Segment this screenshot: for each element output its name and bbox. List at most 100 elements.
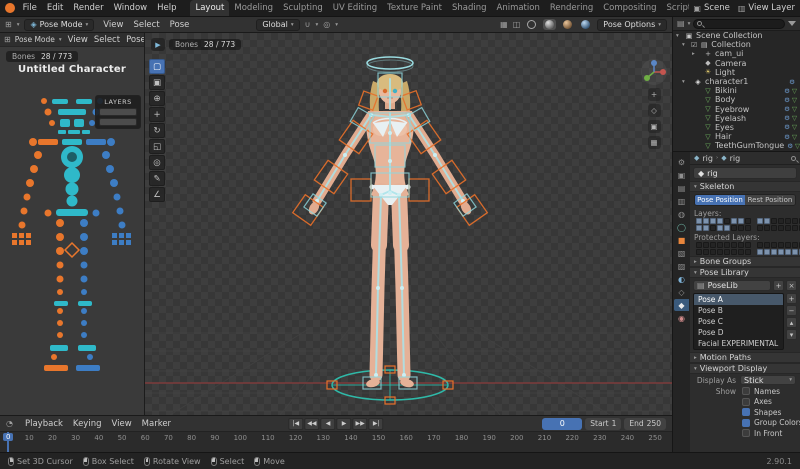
checkbox[interactable] — [742, 419, 750, 427]
tab-output[interactable]: ▤ — [674, 182, 689, 194]
workspace-tab[interactable]: Texture Paint — [382, 0, 447, 16]
search-icon[interactable] — [791, 156, 796, 161]
menu-item[interactable]: File — [19, 3, 41, 13]
filter-icon[interactable] — [788, 21, 796, 26]
layer-toggle[interactable] — [696, 242, 702, 248]
rig-layer-preset-button[interactable] — [99, 108, 137, 116]
layer-toggle[interactable] — [703, 218, 709, 224]
layer-toggle[interactable] — [724, 218, 730, 224]
layer-toggle[interactable] — [771, 225, 777, 231]
tool-measure[interactable]: ∠ — [149, 187, 165, 202]
workspace-tab[interactable]: Layout — [190, 0, 229, 16]
perspective-toggle-button[interactable]: ▦ — [648, 136, 661, 149]
layer-toggle[interactable] — [738, 218, 744, 224]
section-viewport-display[interactable]: ▾ Viewport Display — [690, 363, 800, 374]
disclosure-icon[interactable]: ▾ — [682, 79, 688, 85]
layer-toggle[interactable] — [764, 225, 770, 231]
workspace-tab[interactable]: Animation — [492, 0, 545, 16]
pose-list-item[interactable]: Facial EXPERIMENTAL — [694, 338, 783, 349]
rig-panel-menu-item[interactable]: Select — [92, 35, 122, 45]
modifier-icon[interactable]: ⚙ — [784, 123, 790, 131]
mesh-data-icon[interactable]: ▽ — [792, 96, 797, 104]
outliner-row[interactable]: ☀ Light — [673, 68, 800, 77]
tab-modifiers[interactable]: ▧ — [674, 247, 689, 259]
workspace-tab[interactable]: Compositing — [598, 0, 661, 16]
tab-view-layer[interactable]: ▥ — [674, 195, 689, 207]
shading-rendered-button[interactable] — [579, 19, 592, 30]
shading-wireframe-button[interactable] — [525, 19, 538, 30]
layer-toggle[interactable] — [731, 242, 737, 248]
layer-toggle[interactable] — [696, 218, 702, 224]
pose-mode-mini-icon[interactable]: ▶ — [151, 38, 165, 51]
modifier-icon[interactable]: ⚙ — [784, 87, 790, 95]
outliner-row[interactable]: ▽ Hair ⚙ ▽ — [673, 132, 800, 141]
layer-toggle[interactable] — [710, 242, 716, 248]
modifier-icon[interactable]: ⚙ — [787, 142, 793, 150]
tool-tweak[interactable]: ▢ — [149, 59, 165, 74]
armature-name-field[interactable]: ◆ rig — [693, 167, 797, 179]
xray-toggle-icon[interactable]: ▦ — [500, 20, 508, 29]
breadcrumb-data[interactable]: rig — [730, 154, 741, 163]
timeline-menu-item[interactable]: Marker — [138, 419, 175, 429]
workspace-tab[interactable]: UV Editing — [328, 0, 382, 16]
editor-type-icon[interactable]: ⊞ — [4, 35, 11, 44]
transport-button[interactable]: ▶| — [369, 418, 384, 430]
workspace-tab[interactable]: Scripting — [662, 0, 690, 16]
outliner-row[interactable]: ▾ ☑ ▤ Collection — [673, 40, 800, 49]
modifier-icon[interactable]: ⚙ — [784, 105, 790, 113]
layer-toggle[interactable] — [785, 242, 791, 248]
layer-toggle[interactable] — [757, 242, 763, 248]
layer-toggle[interactable] — [778, 242, 784, 248]
orientation-dropdown[interactable]: Global ▾ — [256, 19, 299, 31]
disclosure-icon[interactable]: ▾ — [676, 33, 682, 39]
tab-particles[interactable]: ▨ — [674, 260, 689, 272]
scene-selector[interactable]: ▣ Scene — [693, 3, 729, 13]
layer-toggle[interactable] — [724, 242, 730, 248]
overlays-toggle-icon[interactable]: ◫ — [513, 20, 521, 29]
layer-toggle[interactable] — [792, 249, 798, 255]
mesh-data-icon[interactable]: ▽ — [792, 114, 797, 122]
layer-toggle[interactable] — [764, 249, 770, 255]
mesh-data-icon[interactable]: ▽ — [792, 133, 797, 141]
layer-toggle[interactable] — [771, 218, 777, 224]
editor-type-icon[interactable]: ⊞ — [5, 20, 12, 29]
layer-toggle[interactable] — [703, 242, 709, 248]
outliner-row[interactable]: ▽ Body ⚙ ▽ — [673, 95, 800, 104]
tab-physics[interactable]: ◐ — [674, 273, 689, 285]
outliner-search-input[interactable] — [693, 19, 785, 29]
rest-position-button[interactable]: Rest Position — [745, 195, 795, 205]
current-frame-field[interactable]: 0 — [542, 418, 582, 430]
layer-toggle[interactable] — [703, 249, 709, 255]
pose-move-up-button[interactable]: ▴ — [786, 317, 797, 328]
end-frame-field[interactable]: End 250 — [624, 418, 666, 430]
pose-remove-button[interactable]: − — [786, 305, 797, 316]
workspace-tab[interactable]: Rendering — [545, 0, 598, 16]
outliner-row[interactable]: ▽ Bikini ⚙ ▽ — [673, 86, 800, 95]
layer-toggle[interactable] — [757, 225, 763, 231]
outliner-row[interactable]: ▽ Eyelash ⚙ ▽ — [673, 114, 800, 123]
tab-scene[interactable]: ◍ — [674, 208, 689, 220]
layer-toggle[interactable] — [745, 225, 751, 231]
timeline-ruler[interactable]: 0102030405060708090100110120130140150160… — [0, 432, 672, 452]
tool-annotate[interactable]: ✎ — [149, 171, 165, 186]
view-layer-selector[interactable]: ▥ View Layer — [738, 3, 795, 13]
viewport-menu-item[interactable]: View — [99, 20, 127, 30]
modifier-icon[interactable]: ⚙ — [784, 96, 790, 104]
layer-toggle[interactable] — [785, 218, 791, 224]
tool-move[interactable]: + — [149, 107, 165, 122]
pose-list-item[interactable]: Pose B — [694, 305, 783, 316]
transport-button[interactable]: |◀ — [288, 418, 303, 430]
layer-toggle[interactable] — [785, 249, 791, 255]
disclosure-icon[interactable]: ▾ — [682, 42, 688, 48]
layer-toggle[interactable] — [745, 218, 751, 224]
poselib-unlink-button[interactable]: × — [786, 280, 797, 291]
pose-move-down-button[interactable]: ▾ — [786, 329, 797, 340]
timeline-menu-item[interactable]: Keying — [69, 419, 106, 429]
layer-toggle[interactable] — [724, 249, 730, 255]
layer-toggle[interactable] — [792, 218, 798, 224]
checkbox[interactable] — [742, 408, 750, 416]
section-skeleton[interactable]: ▾ Skeleton — [690, 181, 800, 192]
section-bone-groups[interactable]: ▸ Bone Groups — [690, 256, 800, 267]
disclosure-icon[interactable]: ▸ — [692, 51, 698, 57]
checkbox[interactable] — [742, 429, 750, 437]
